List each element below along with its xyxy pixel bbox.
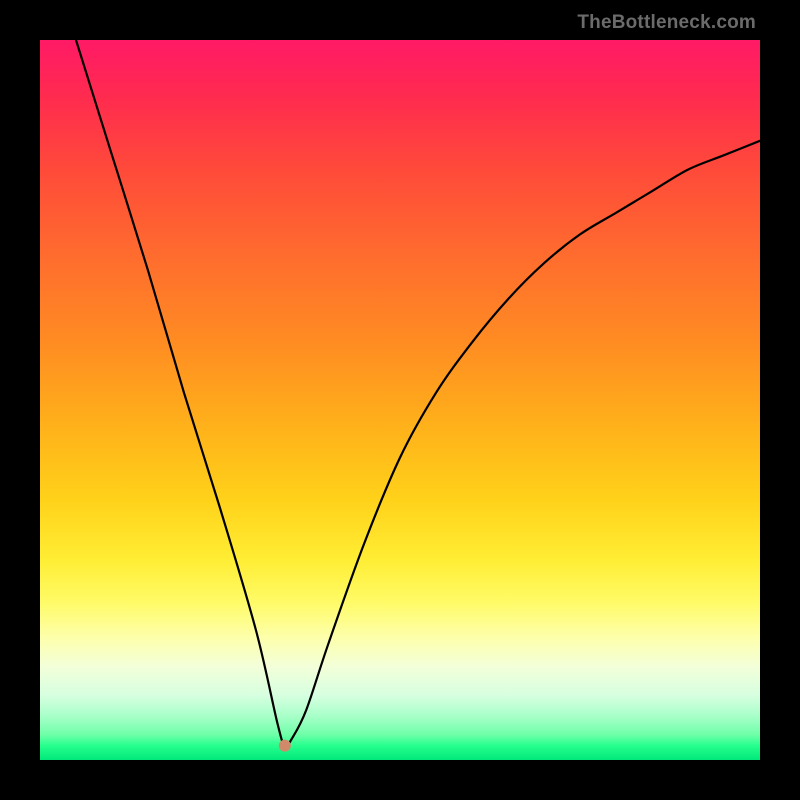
minimum-marker-dot [279,740,291,752]
plot-area [40,40,760,760]
bottleneck-curve [76,40,760,746]
curve-layer [40,40,760,760]
chart-frame: TheBottleneck.com [0,0,800,800]
watermark-text: TheBottleneck.com [577,12,756,34]
